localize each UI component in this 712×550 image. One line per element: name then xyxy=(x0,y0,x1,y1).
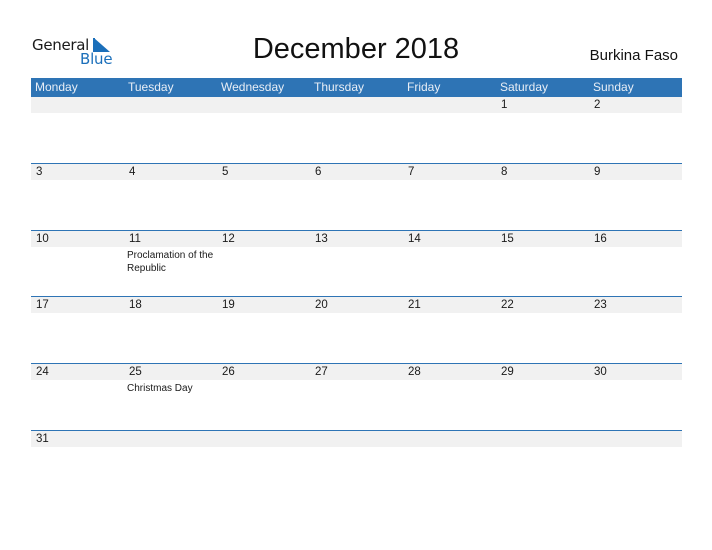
day-number: 8 xyxy=(501,166,508,178)
calendar-week: 24 25 Christmas Day 26 27 28 29 30 xyxy=(31,363,682,430)
day-cell xyxy=(589,430,682,497)
day-cell: 27 xyxy=(310,363,403,430)
day-cell: 28 xyxy=(403,363,496,430)
country-label: Burkina Faso xyxy=(589,47,678,64)
day-cell: 13 xyxy=(310,230,403,297)
day-cell: 25 Christmas Day xyxy=(124,363,217,430)
day-cell: 31 xyxy=(31,430,124,497)
weekday-header: Monday Tuesday Wednesday Thursday Friday… xyxy=(31,78,682,97)
day-number: 4 xyxy=(129,166,136,178)
day-cell: 1 xyxy=(496,97,589,164)
day-number: 16 xyxy=(594,233,607,245)
weekday-sunday: Sunday xyxy=(593,80,634,94)
day-cell xyxy=(310,430,403,497)
day-number: 19 xyxy=(222,299,235,311)
day-number: 25 xyxy=(129,366,142,378)
day-number: 7 xyxy=(408,166,415,178)
day-cell: 19 xyxy=(217,296,310,363)
day-number: 18 xyxy=(129,299,142,311)
day-cell: 7 xyxy=(403,163,496,230)
day-number: 30 xyxy=(594,366,607,378)
day-cell: 20 xyxy=(310,296,403,363)
day-number: 15 xyxy=(501,233,514,245)
day-cell xyxy=(124,430,217,497)
weekday-saturday: Saturday xyxy=(500,80,549,94)
day-cell: 6 xyxy=(310,163,403,230)
day-cell: 16 xyxy=(589,230,682,297)
day-number: 2 xyxy=(594,99,601,111)
day-cell: 17 xyxy=(31,296,124,363)
day-cell: 22 xyxy=(496,296,589,363)
day-number: 24 xyxy=(36,366,49,378)
day-cell: 23 xyxy=(589,296,682,363)
day-cell: 3 xyxy=(31,163,124,230)
day-cell: 14 xyxy=(403,230,496,297)
day-cell: 5 xyxy=(217,163,310,230)
day-number: 17 xyxy=(36,299,49,311)
day-number: 27 xyxy=(315,366,328,378)
calendar-week: 10 11 Proclamation of the Republic 12 13 14 15… xyxy=(31,230,682,297)
day-number: 6 xyxy=(315,166,322,178)
calendar-week: 3 4 5 6 7 8 9 xyxy=(31,163,682,230)
day-cell xyxy=(496,430,589,497)
day-cell xyxy=(403,97,496,164)
day-cell xyxy=(124,97,217,164)
day-cell: 4 xyxy=(124,163,217,230)
day-cell: 21 xyxy=(403,296,496,363)
day-number: 1 xyxy=(501,99,508,111)
day-cell: 9 xyxy=(589,163,682,230)
day-cell: 24 xyxy=(31,363,124,430)
day-cell xyxy=(403,430,496,497)
day-cell: 8 xyxy=(496,163,589,230)
day-number: 13 xyxy=(315,233,328,245)
day-cell: 29 xyxy=(496,363,589,430)
day-number: 26 xyxy=(222,366,235,378)
day-number: 5 xyxy=(222,166,229,178)
weekday-friday: Friday xyxy=(407,80,441,94)
day-number: 12 xyxy=(222,233,235,245)
day-number: 3 xyxy=(36,166,43,178)
day-number: 23 xyxy=(594,299,607,311)
day-cell: 15 xyxy=(496,230,589,297)
day-number: 20 xyxy=(315,299,328,311)
day-number: 9 xyxy=(594,166,601,178)
weekday-monday: Monday xyxy=(35,80,78,94)
day-number: 21 xyxy=(408,299,421,311)
day-cell xyxy=(217,430,310,497)
day-cell: 26 xyxy=(217,363,310,430)
day-cell: 30 xyxy=(589,363,682,430)
day-cell: 18 xyxy=(124,296,217,363)
weekday-wednesday: Wednesday xyxy=(221,80,285,94)
day-cell xyxy=(217,97,310,164)
day-number: 28 xyxy=(408,366,421,378)
day-cell: 12 xyxy=(217,230,310,297)
calendar-week: 12 xyxy=(31,97,682,164)
calendar-week: 17 18 19 20 21 22 23 xyxy=(31,296,682,363)
day-number: 14 xyxy=(408,233,421,245)
holiday-label: Christmas Day xyxy=(127,383,193,394)
day-cell: 2 xyxy=(589,97,682,164)
day-cell xyxy=(310,97,403,164)
day-number: 11 xyxy=(129,233,141,245)
day-cell: 11 Proclamation of the Republic xyxy=(124,230,217,297)
holiday-label: Proclamation of the Republic xyxy=(127,250,214,274)
calendar-week: 31 xyxy=(31,430,682,497)
day-cell xyxy=(31,97,124,164)
day-number: 31 xyxy=(36,433,49,445)
day-number: 10 xyxy=(36,233,49,245)
day-number: 22 xyxy=(501,299,514,311)
weekday-thursday: Thursday xyxy=(314,80,365,94)
day-number: 29 xyxy=(501,366,514,378)
day-cell: 10 xyxy=(31,230,124,297)
weekday-tuesday: Tuesday xyxy=(128,80,174,94)
